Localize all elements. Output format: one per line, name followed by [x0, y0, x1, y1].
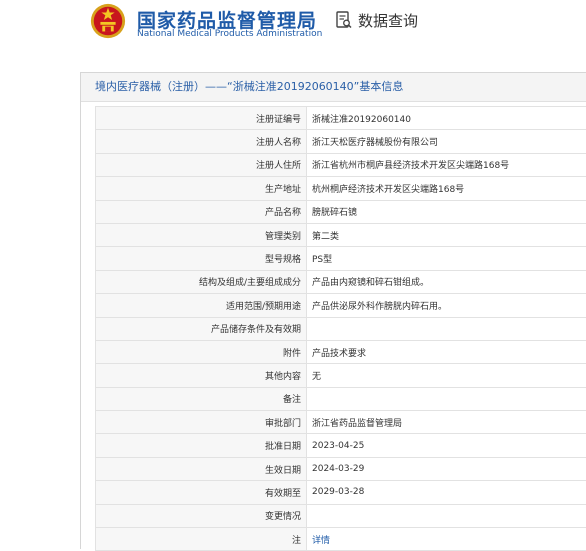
row-value: 浙江天松医疗器械股份有限公司: [307, 130, 586, 153]
table-row: 适用范围/预期用途产品供泌尿外科作膀胱内碎石用。: [96, 294, 586, 317]
row-value: 第二类: [307, 223, 586, 246]
document-search-icon: [336, 11, 352, 29]
table-row: 注册人住所浙江省杭州市桐庐县经济技术开发区尖端路168号: [96, 153, 586, 176]
row-label: 审批部门: [96, 411, 307, 434]
data-query-link[interactable]: 数据查询: [336, 8, 418, 32]
row-label: 变更情况: [96, 504, 307, 527]
panel-title: 境内医疗器械（注册）——“浙械注准20192060140”基本信息: [81, 73, 586, 102]
detail-panel: 境内医疗器械（注册）——“浙械注准20192060140”基本信息 注册证编号浙…: [80, 72, 586, 549]
row-value: 杭州桐庐经济技术开发区尖端路168号: [307, 177, 586, 200]
table-row: 有效期至2029-03-28: [96, 481, 586, 504]
row-value: 产品技术要求: [307, 340, 586, 363]
row-value: 浙江省杭州市桐庐县经济技术开发区尖端路168号: [307, 153, 586, 176]
table-row: 附件产品技术要求: [96, 340, 586, 363]
table-row: 注册证编号浙械注准20192060140: [96, 107, 586, 130]
table-row: 审批部门浙江省药品监督管理局: [96, 411, 586, 434]
table-row: 其他内容无: [96, 364, 586, 387]
row-label: 型号规格: [96, 247, 307, 270]
table-row: 型号规格PS型: [96, 247, 586, 270]
national-emblem-icon: [89, 2, 127, 40]
table-row: 生效日期2024-03-29: [96, 457, 586, 480]
table-row: 注详情: [96, 528, 586, 551]
row-label: 其他内容: [96, 364, 307, 387]
row-label: 产品名称: [96, 200, 307, 223]
row-value: 2023-04-25: [307, 434, 586, 457]
row-value: PS型: [307, 247, 586, 270]
table-row: 产品储存条件及有效期: [96, 317, 586, 340]
row-label: 管理类别: [96, 223, 307, 246]
details-link[interactable]: 详情: [307, 528, 586, 551]
table-row: 变更情况: [96, 504, 586, 527]
row-value: [307, 387, 586, 410]
row-value: 膀胱碎石镜: [307, 200, 586, 223]
row-label: 有效期至: [96, 481, 307, 504]
table-row: 产品名称膀胱碎石镜: [96, 200, 586, 223]
row-label: 产品储存条件及有效期: [96, 317, 307, 340]
table-row: 备注: [96, 387, 586, 410]
row-label: 结构及组成/主要组成成分: [96, 270, 307, 293]
table-row: 生产地址杭州桐庐经济技术开发区尖端路168号: [96, 177, 586, 200]
row-label: 注册人名称: [96, 130, 307, 153]
row-label: 注册证编号: [96, 107, 307, 130]
detail-table: 注册证编号浙械注准20192060140 注册人名称浙江天松医疗器械股份有限公司…: [95, 106, 586, 551]
row-label: 注册人住所: [96, 153, 307, 176]
row-value: 浙江省药品监督管理局: [307, 411, 586, 434]
row-label: 生产地址: [96, 177, 307, 200]
row-label: 适用范围/预期用途: [96, 294, 307, 317]
row-value: 产品供泌尿外科作膀胱内碎石用。: [307, 294, 586, 317]
row-label: 附件: [96, 340, 307, 363]
row-value: 2029-03-28: [307, 481, 586, 504]
table-row: 结构及组成/主要组成成分产品由内窥镜和碎石钳组成。: [96, 270, 586, 293]
site-header: 国家药品监督管理局 National Medical Products Admi…: [0, 0, 586, 48]
row-label: 注: [96, 528, 307, 551]
row-label: 生效日期: [96, 457, 307, 480]
row-label: 批准日期: [96, 434, 307, 457]
row-value: [307, 317, 586, 340]
site-subtitle: National Medical Products Administration: [137, 29, 322, 39]
row-label: 备注: [96, 387, 307, 410]
row-value: 浙械注准20192060140: [307, 107, 586, 130]
table-row: 注册人名称浙江天松医疗器械股份有限公司: [96, 130, 586, 153]
row-value: 2024-03-29: [307, 457, 586, 480]
row-value: [307, 504, 586, 527]
data-query-label: 数据查询: [358, 10, 418, 31]
table-row: 批准日期2023-04-25: [96, 434, 586, 457]
row-value: 无: [307, 364, 586, 387]
table-row: 管理类别第二类: [96, 223, 586, 246]
row-value: 产品由内窥镜和碎石钳组成。: [307, 270, 586, 293]
